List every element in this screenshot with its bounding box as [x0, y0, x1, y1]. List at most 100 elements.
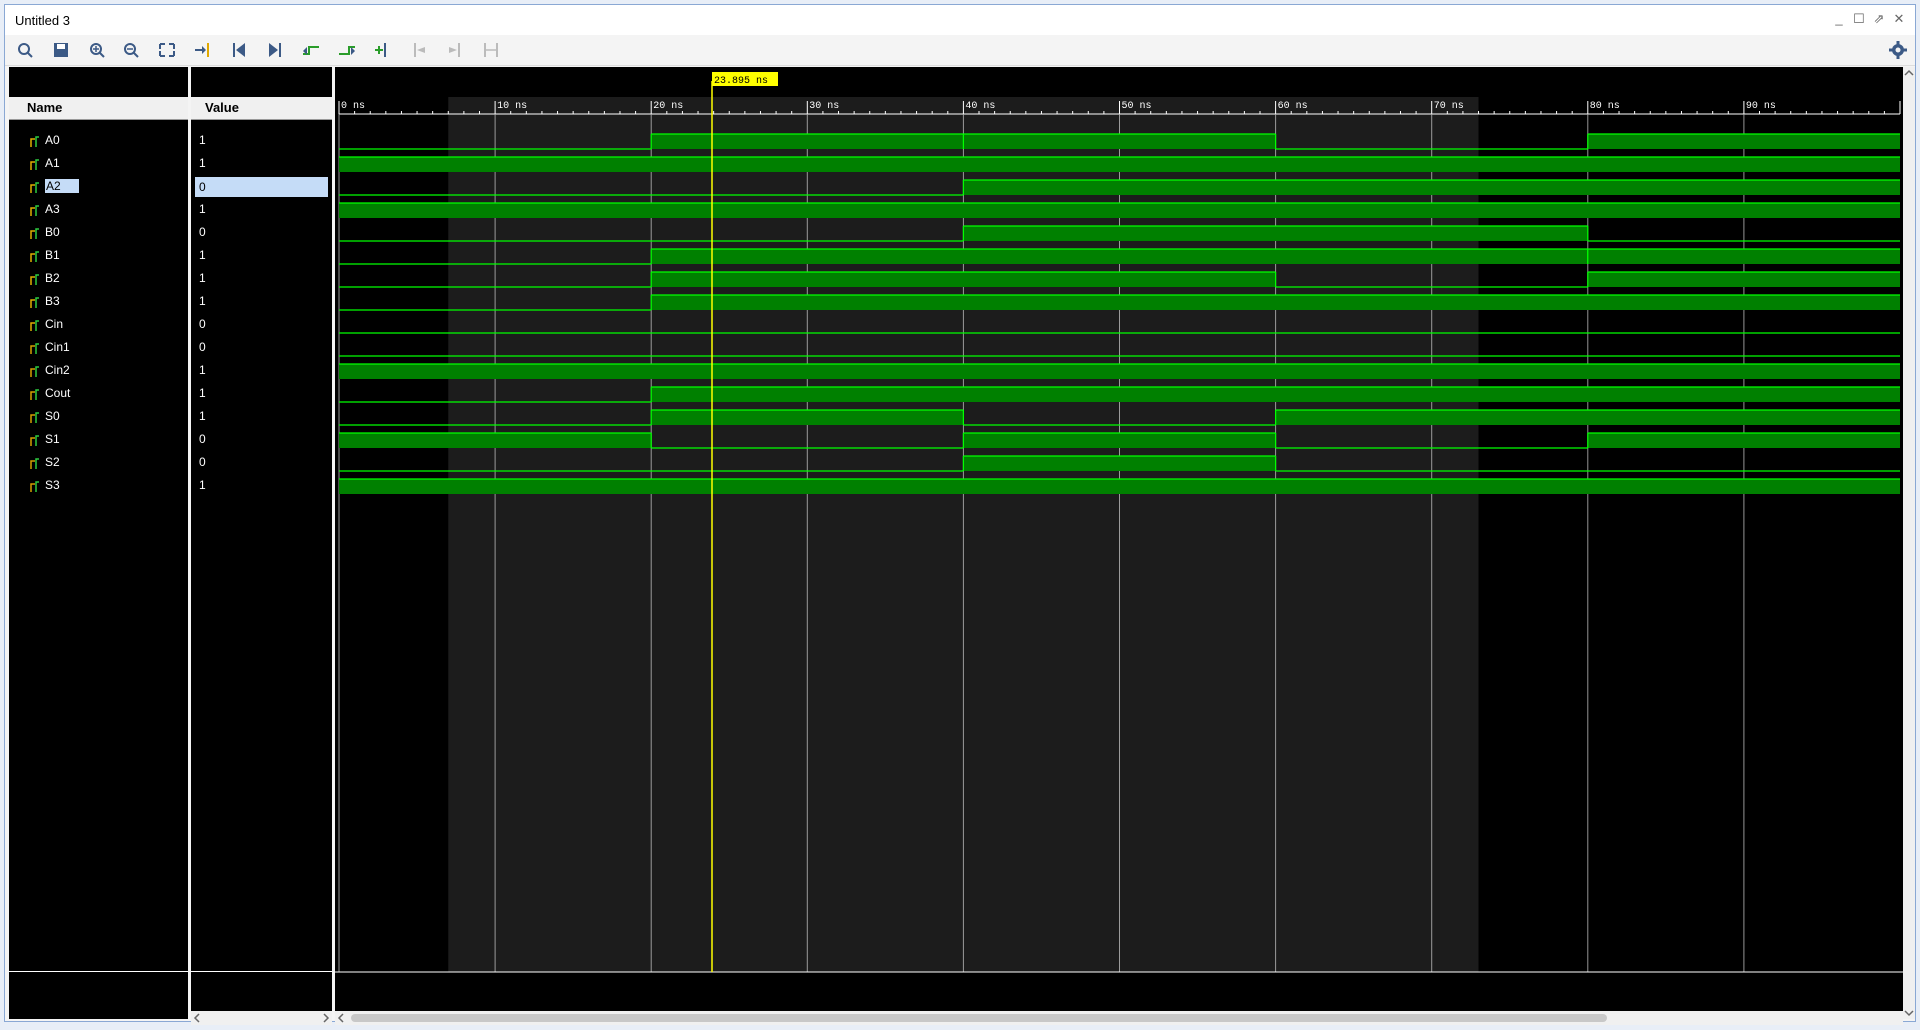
ruler-tick-label: 10 ns	[497, 101, 527, 112]
input-signal-icon	[29, 272, 41, 286]
wave-high-segment	[963, 180, 1900, 195]
zoom-in-icon[interactable]	[85, 39, 109, 61]
zoom-fit-icon[interactable]	[155, 39, 179, 61]
gear-icon[interactable]	[1887, 39, 1909, 61]
signal-value[interactable]: 1	[195, 244, 328, 267]
signal-value[interactable]: 0	[195, 313, 328, 336]
signal-name-row[interactable]: Cin1	[29, 336, 179, 359]
output-signal-icon	[29, 410, 41, 424]
wave-high-segment	[963, 456, 1276, 471]
signal-name: B2	[45, 271, 60, 285]
output-signal-icon	[29, 456, 41, 470]
signal-name: B1	[45, 248, 60, 262]
ruler-tick-label: 40 ns	[965, 101, 995, 112]
signal-name-row[interactable]: Cout	[29, 382, 179, 405]
signal-value[interactable]: 1	[195, 382, 328, 405]
save-icon[interactable]	[49, 39, 73, 61]
restore-icon[interactable]: ⇗	[1871, 11, 1887, 27]
go-to-time-0-icon[interactable]	[227, 39, 251, 61]
values-horizontal-scrollbar[interactable]	[191, 1011, 332, 1025]
signal-name: Cin1	[45, 340, 70, 354]
signal-name-row[interactable]: A3	[29, 198, 179, 221]
signal-name: S3	[45, 478, 60, 492]
signal-value[interactable]: 1	[195, 267, 328, 290]
vertical-scrollbar[interactable]	[1903, 67, 1915, 1019]
ruler-tick-label: 50 ns	[1122, 101, 1152, 112]
signal-name-row[interactable]: B1	[29, 244, 179, 267]
window-title: Untitled 3	[15, 13, 70, 28]
minimize-icon[interactable]: _	[1831, 11, 1847, 27]
panel-divider	[9, 971, 188, 972]
signal-name-row[interactable]: A2	[29, 175, 179, 198]
output-signal-icon	[29, 479, 41, 493]
signal-value[interactable]: 1	[195, 359, 328, 382]
wave-high-segment	[651, 272, 1276, 287]
scrollbar-thumb[interactable]	[351, 1014, 1607, 1022]
signal-name-row[interactable]: A1	[29, 152, 179, 175]
close-icon[interactable]: ✕	[1891, 11, 1907, 27]
wave-high-segment	[963, 134, 1276, 149]
output-signal-icon	[29, 341, 41, 355]
signal-name-row[interactable]: B2	[29, 267, 179, 290]
signal-name-row[interactable]: S2	[29, 451, 179, 474]
wave-high-segment	[339, 479, 1900, 494]
signal-name-row[interactable]: A0	[29, 129, 179, 152]
signal-value[interactable]: 1	[195, 474, 328, 497]
zoom-out-icon[interactable]	[119, 39, 143, 61]
signal-value[interactable]: 0	[195, 451, 328, 474]
ruler-tick-label: 0 ns	[341, 101, 365, 112]
ruler-tick-label: 70 ns	[1434, 101, 1464, 112]
wave-high-segment	[339, 433, 652, 448]
add-marker-icon[interactable]	[371, 39, 395, 61]
swap-cursors-icon	[479, 39, 503, 61]
signal-name-row[interactable]: Cin2	[29, 359, 179, 382]
signal-name: S0	[45, 409, 60, 423]
previous-marker-icon	[407, 39, 431, 61]
wave-high-segment	[339, 364, 1900, 379]
maximize-icon[interactable]: ☐	[1851, 11, 1867, 27]
signal-value[interactable]: 0	[195, 336, 328, 359]
cursor-time-label: 23.895 ns	[714, 76, 768, 87]
input-signal-icon	[29, 318, 41, 332]
signal-name: B3	[45, 294, 60, 308]
signal-name: A1	[45, 156, 60, 170]
signal-value[interactable]: 0	[195, 428, 328, 451]
search-icon[interactable]	[13, 39, 37, 61]
previous-transition-icon[interactable]	[299, 39, 323, 61]
signal-name: Cin2	[45, 363, 70, 377]
wave-high-segment	[1587, 272, 1900, 287]
value-column-header[interactable]: Value	[191, 97, 332, 120]
signal-value[interactable]: 1	[195, 152, 328, 175]
ruler-tick-label: 60 ns	[1278, 101, 1308, 112]
values-panel: Value 1101011100111001	[191, 67, 332, 1019]
go-to-cursor-icon[interactable]	[191, 39, 215, 61]
signal-name-row[interactable]: S1	[29, 428, 179, 451]
wave-high-segment	[963, 226, 1588, 241]
signal-value[interactable]: 0	[195, 177, 328, 197]
names-panel: Name A0 A1 A2 A3 B0 B1 B2 B3 Cin Cin1 Cin2 Cout S0 S1…	[9, 67, 188, 1019]
signal-name-row[interactable]: Cin	[29, 313, 179, 336]
signal-value[interactable]: 1	[195, 198, 328, 221]
waveform-plot[interactable]: 0 ns 10 ns 20 ns 30 ns 40 ns 50 ns 60 ns 70 ns 8…	[335, 67, 1903, 1019]
signal-name-row[interactable]: S0	[29, 405, 179, 428]
signal-value[interactable]: 0	[195, 221, 328, 244]
next-transition-icon[interactable]	[335, 39, 359, 61]
waveform-horizontal-scrollbar[interactable]	[335, 1011, 1903, 1025]
signal-name: A3	[45, 202, 60, 216]
signal-value[interactable]: 1	[195, 129, 328, 152]
signal-name-row[interactable]: S3	[29, 474, 179, 497]
signal-value[interactable]: 1	[195, 405, 328, 428]
input-signal-icon	[29, 226, 41, 240]
signal-value[interactable]: 1	[195, 290, 328, 313]
signal-name-row[interactable]: B0	[29, 221, 179, 244]
wave-high-segment	[651, 134, 964, 149]
input-signal-icon	[29, 134, 41, 148]
waveform-canvas[interactable]: 0 ns 10 ns 20 ns 30 ns 40 ns 50 ns 60 ns 70 ns 8…	[335, 67, 1903, 1019]
output-signal-icon	[29, 364, 41, 378]
panel-divider	[191, 971, 332, 972]
name-column-header[interactable]: Name	[9, 97, 188, 120]
wave-high-segment	[1587, 249, 1900, 264]
go-to-last-time-icon[interactable]	[263, 39, 287, 61]
signal-name-row[interactable]: B3	[29, 290, 179, 313]
wave-high-segment	[1275, 410, 1900, 425]
